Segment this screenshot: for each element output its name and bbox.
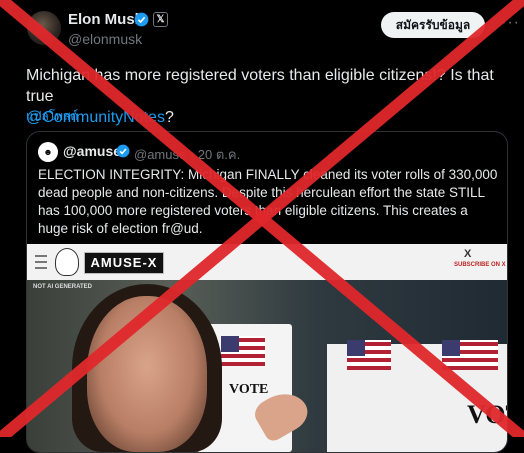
menu-icon [35,255,47,269]
more-options-icon[interactable]: ··· [501,14,520,32]
x-affiliate-badge-icon: 𝕏 [153,12,168,27]
subscribe-button[interactable]: สมัครรับข้อมูล [381,12,485,38]
vote-sign-left: VOTE [229,382,269,397]
voting-booth-right: VOTE [327,340,507,452]
not-ai-label: NOT AI GENERATED [33,284,93,290]
flag-icon [347,340,391,370]
quoted-text: ELECTION INTEGRITY: Michigan FINALLY cle… [38,167,498,236]
quoted-handle-date[interactable]: @amuse · 20 ต.ค. [134,144,240,165]
person-face [87,296,207,452]
tweet-body-end: ? [164,109,174,126]
trooper-logo-icon [55,248,79,276]
image-x-mark: X [464,248,472,260]
amuse-logo: AMUSE-X [84,252,164,274]
quoted-avatar[interactable]: ☻ [38,142,58,162]
translate-post-link[interactable]: แปลโพสต์ [26,107,78,126]
verified-badge-icon [134,12,149,27]
quoted-verified-badge-icon [116,144,130,158]
flag-icon [221,336,265,366]
author-avatar[interactable] [27,11,61,45]
author-handle[interactable]: @elonmusk [68,31,142,47]
tweet-body: Michigan has more registered voters than… [26,67,494,105]
flag-icon [442,340,498,370]
vote-sign-right: VOTE [467,400,507,429]
tweet-text: Michigan has more registered voters than… [26,65,506,128]
quoted-tweet[interactable]: ☻ @amuse @amuse · 20 ต.ค. ELECTION INTEG… [26,131,508,453]
image-subscribe-text: SUBSCRIBE ON X [454,262,506,268]
author-name[interactable]: Elon Musk [68,11,143,28]
quoted-author-name[interactable]: @amuse [63,143,121,159]
quoted-media-image[interactable]: AMUSE-X X SUBSCRIBE ON X NOT AI GENERATE… [27,244,507,452]
